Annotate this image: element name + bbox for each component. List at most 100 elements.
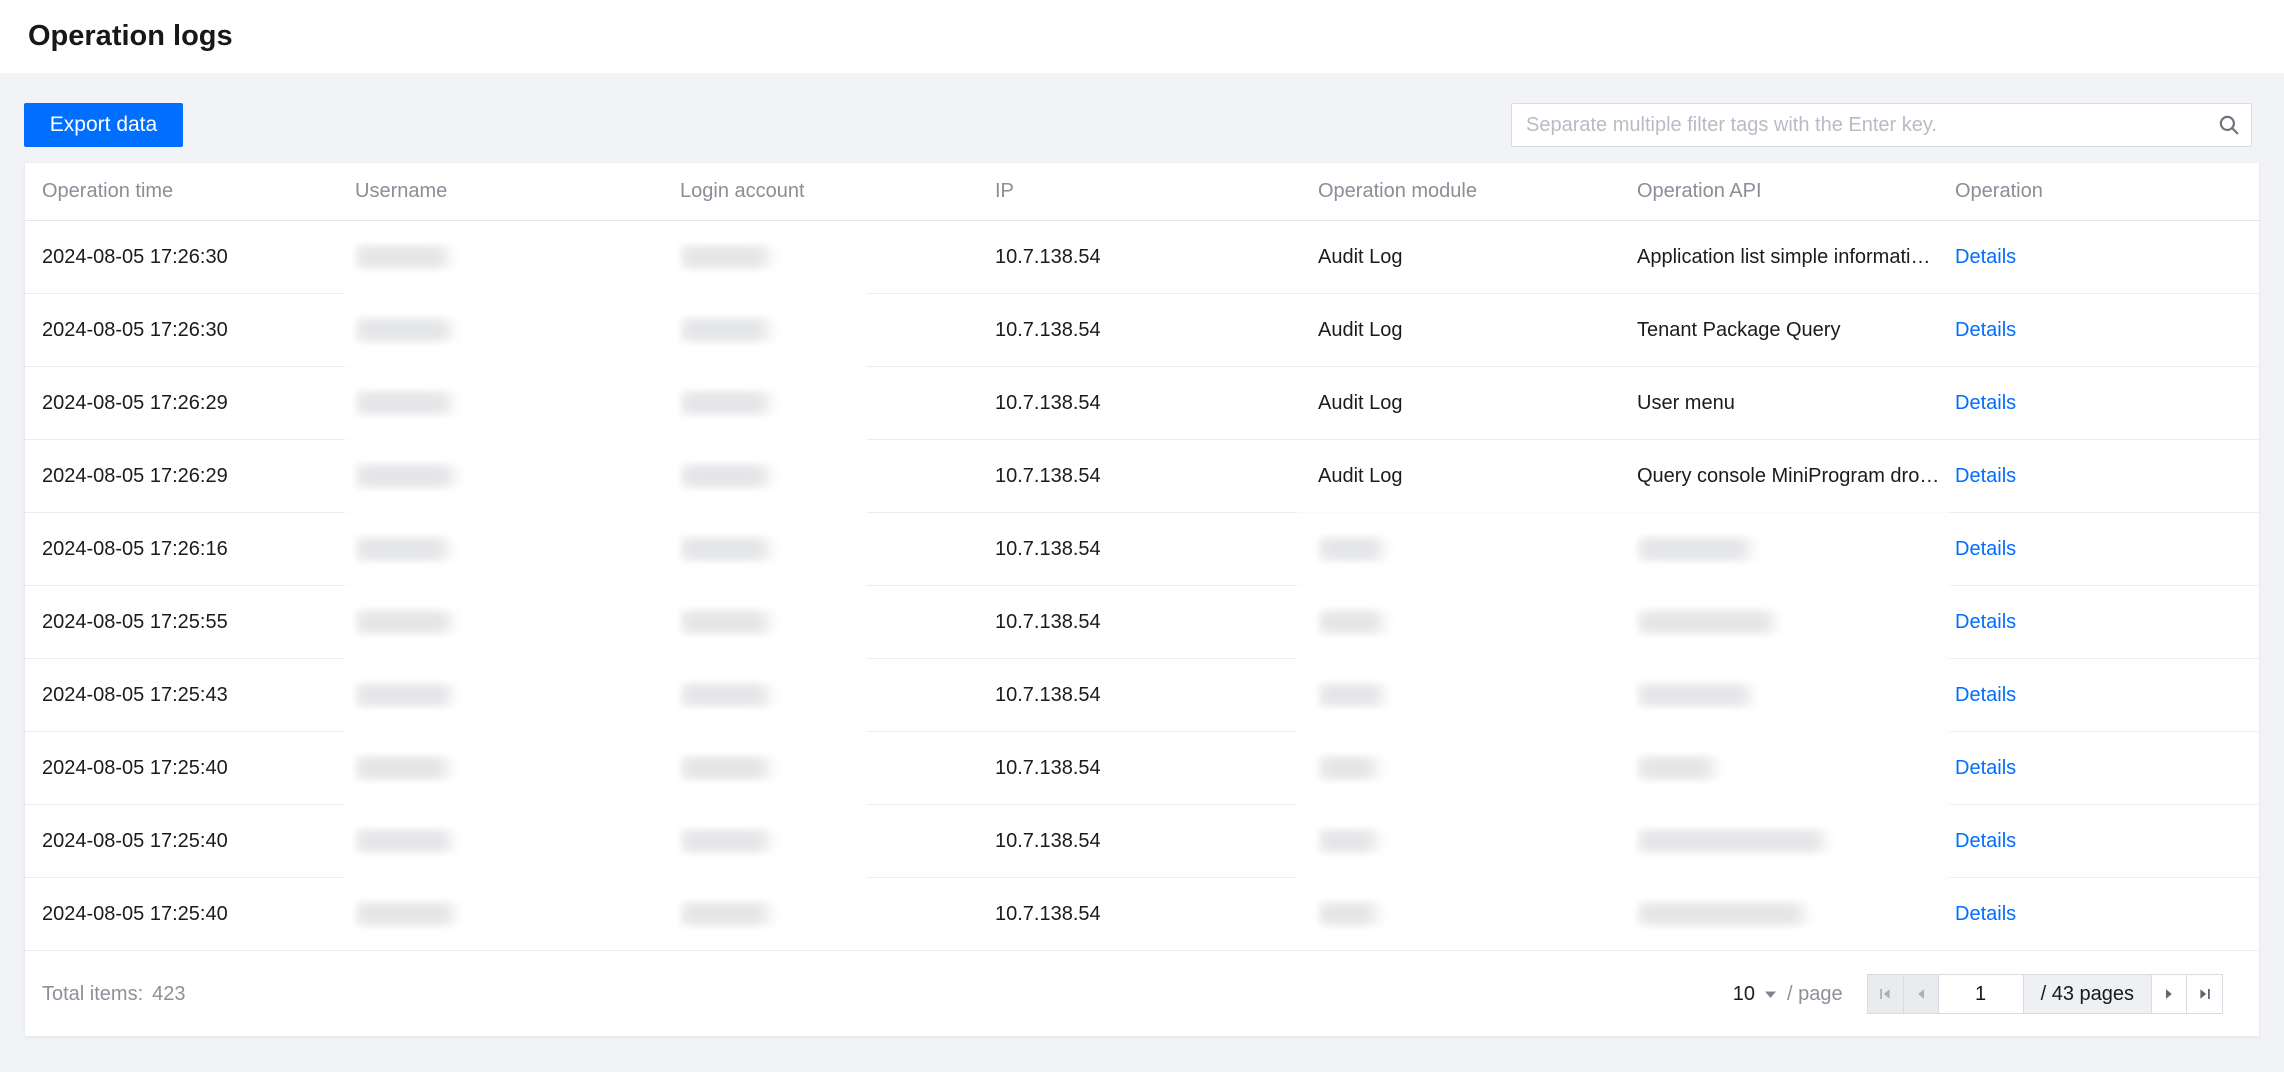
chevron-down-icon <box>1764 991 1776 998</box>
details-link[interactable]: Details <box>1955 903 2016 925</box>
cell-operation-time: 2024-08-05 17:25:40 <box>42 829 228 852</box>
cell-operation-api <box>1637 901 1955 927</box>
search-input[interactable] <box>1512 113 2207 137</box>
cell-username <box>355 244 680 270</box>
cell-operation: Details <box>1955 246 2259 269</box>
cell-login-account <box>680 390 995 416</box>
first-page-button[interactable] <box>1866 974 1904 1014</box>
table-row: 2024-08-05 17:25:40 10.7.138.54 Details <box>25 805 2259 878</box>
cell-operation: Details <box>1955 392 2259 415</box>
cell-login-account <box>680 755 995 781</box>
cell-username <box>355 682 680 708</box>
cell-operation: Details <box>1955 465 2259 488</box>
cell-username <box>355 536 680 562</box>
cell-operation-api <box>1637 609 1955 635</box>
column-header-operation-time: Operation time <box>42 180 174 202</box>
redacted-blur <box>1637 755 1713 781</box>
redacted-blur <box>680 244 768 270</box>
redacted-blur <box>680 390 768 416</box>
cell-username <box>355 828 680 854</box>
details-link[interactable]: Details <box>1955 830 2016 852</box>
details-link[interactable]: Details <box>1955 465 2016 487</box>
cell-ip: 10.7.138.54 <box>995 902 1101 925</box>
redacted-blur <box>355 463 453 489</box>
table-row: 2024-08-05 17:25:40 10.7.138.54 Details <box>25 732 2259 805</box>
column-header-operation-module: Operation module <box>1318 180 1477 202</box>
column-header-username: Username <box>355 180 448 202</box>
details-link[interactable]: Details <box>1955 319 2016 341</box>
details-link[interactable]: Details <box>1955 246 2016 268</box>
total-pages-label: / 43 pages <box>2022 974 2152 1014</box>
redacted-blur <box>1318 901 1376 927</box>
details-link[interactable]: Details <box>1955 757 2016 779</box>
page-size-select[interactable]: 10 <box>1733 983 1777 1006</box>
redacted-blur <box>355 901 453 927</box>
cell-operation-module <box>1318 901 1637 927</box>
cell-operation-module <box>1318 536 1637 562</box>
page-number-input[interactable] <box>1937 974 2024 1014</box>
per-page-label: / page <box>1786 982 1843 1005</box>
redacted-blur <box>1318 755 1376 781</box>
table-row: 2024-08-05 17:26:16 10.7.138.54 Details <box>25 513 2259 586</box>
details-link[interactable]: Details <box>1955 684 2016 706</box>
cell-operation-time: 2024-08-05 17:25:55 <box>42 610 228 633</box>
cell-operation: Details <box>1955 757 2259 780</box>
redacted-blur <box>355 755 447 781</box>
total-items: Total items: 423 <box>42 983 186 1006</box>
cell-operation-api: User menu <box>1637 391 1735 414</box>
cell-operation: Details <box>1955 684 2259 707</box>
cell-login-account <box>680 463 995 489</box>
column-header-ip: IP <box>995 180 1014 202</box>
table-row: 2024-08-05 17:26:30 10.7.138.54 Audit Lo… <box>25 294 2259 367</box>
cell-operation-api: Query console MiniProgram drop… <box>1637 464 1951 487</box>
redacted-blur <box>1637 682 1749 708</box>
page-title: Operation logs <box>28 20 233 52</box>
redacted-blur <box>1318 828 1376 854</box>
table-body: 2024-08-05 17:26:30 10.7.138.54 Audit Lo… <box>25 221 2259 951</box>
column-header-operation: Operation <box>1955 180 2043 202</box>
cell-ip: 10.7.138.54 <box>995 537 1101 560</box>
total-items-value: 423 <box>152 982 186 1005</box>
details-link[interactable]: Details <box>1955 392 2016 414</box>
next-page-icon <box>2166 989 2172 999</box>
cell-operation-api: Application list simple informatio… <box>1637 245 1942 268</box>
redacted-blur <box>1637 536 1749 562</box>
export-data-button[interactable]: Export data <box>24 103 183 147</box>
table-row: 2024-08-05 17:25:55 10.7.138.54 Details <box>25 586 2259 659</box>
redacted-blur <box>680 828 768 854</box>
cell-operation-module: Audit Log <box>1318 245 1403 268</box>
details-link[interactable]: Details <box>1955 538 2016 560</box>
cell-operation-api <box>1637 682 1955 708</box>
table-row: 2024-08-05 17:26:30 10.7.138.54 Audit Lo… <box>25 221 2259 294</box>
previous-page-button[interactable] <box>1902 974 1939 1014</box>
operation-logs-table: Operation time Username Login account IP… <box>25 163 2259 1036</box>
cell-operation-time: 2024-08-05 17:26:30 <box>42 245 228 268</box>
details-link[interactable]: Details <box>1955 611 2016 633</box>
next-page-button[interactable] <box>2151 974 2187 1014</box>
last-page-button[interactable] <box>2186 974 2223 1014</box>
redacted-blur <box>1318 682 1382 708</box>
cell-username <box>355 755 680 781</box>
redacted-blur <box>355 244 447 270</box>
cell-ip: 10.7.138.54 <box>995 829 1101 852</box>
cell-ip: 10.7.138.54 <box>995 464 1101 487</box>
table-row: 2024-08-05 17:26:29 10.7.138.54 Audit Lo… <box>25 440 2259 513</box>
cell-operation-module <box>1318 609 1637 635</box>
cell-operation-api <box>1637 755 1955 781</box>
total-items-label: Total items: <box>42 982 144 1005</box>
cell-operation-time: 2024-08-05 17:25:40 <box>42 902 228 925</box>
column-header-login-account: Login account <box>680 180 805 202</box>
redacted-blur <box>680 755 768 781</box>
redacted-blur <box>680 317 768 343</box>
cell-ip: 10.7.138.54 <box>995 391 1101 414</box>
previous-page-icon <box>1917 989 1924 999</box>
table-row: 2024-08-05 17:26:29 10.7.138.54 Audit Lo… <box>25 367 2259 440</box>
cell-operation-api <box>1637 536 1955 562</box>
cell-login-account <box>680 317 995 343</box>
redacted-blur <box>1318 536 1382 562</box>
search-icon[interactable] <box>2207 104 2251 146</box>
cell-login-account <box>680 901 995 927</box>
redacted-blur <box>355 609 450 635</box>
column-header-operation-api: Operation API <box>1637 180 1762 202</box>
cell-username <box>355 901 680 927</box>
